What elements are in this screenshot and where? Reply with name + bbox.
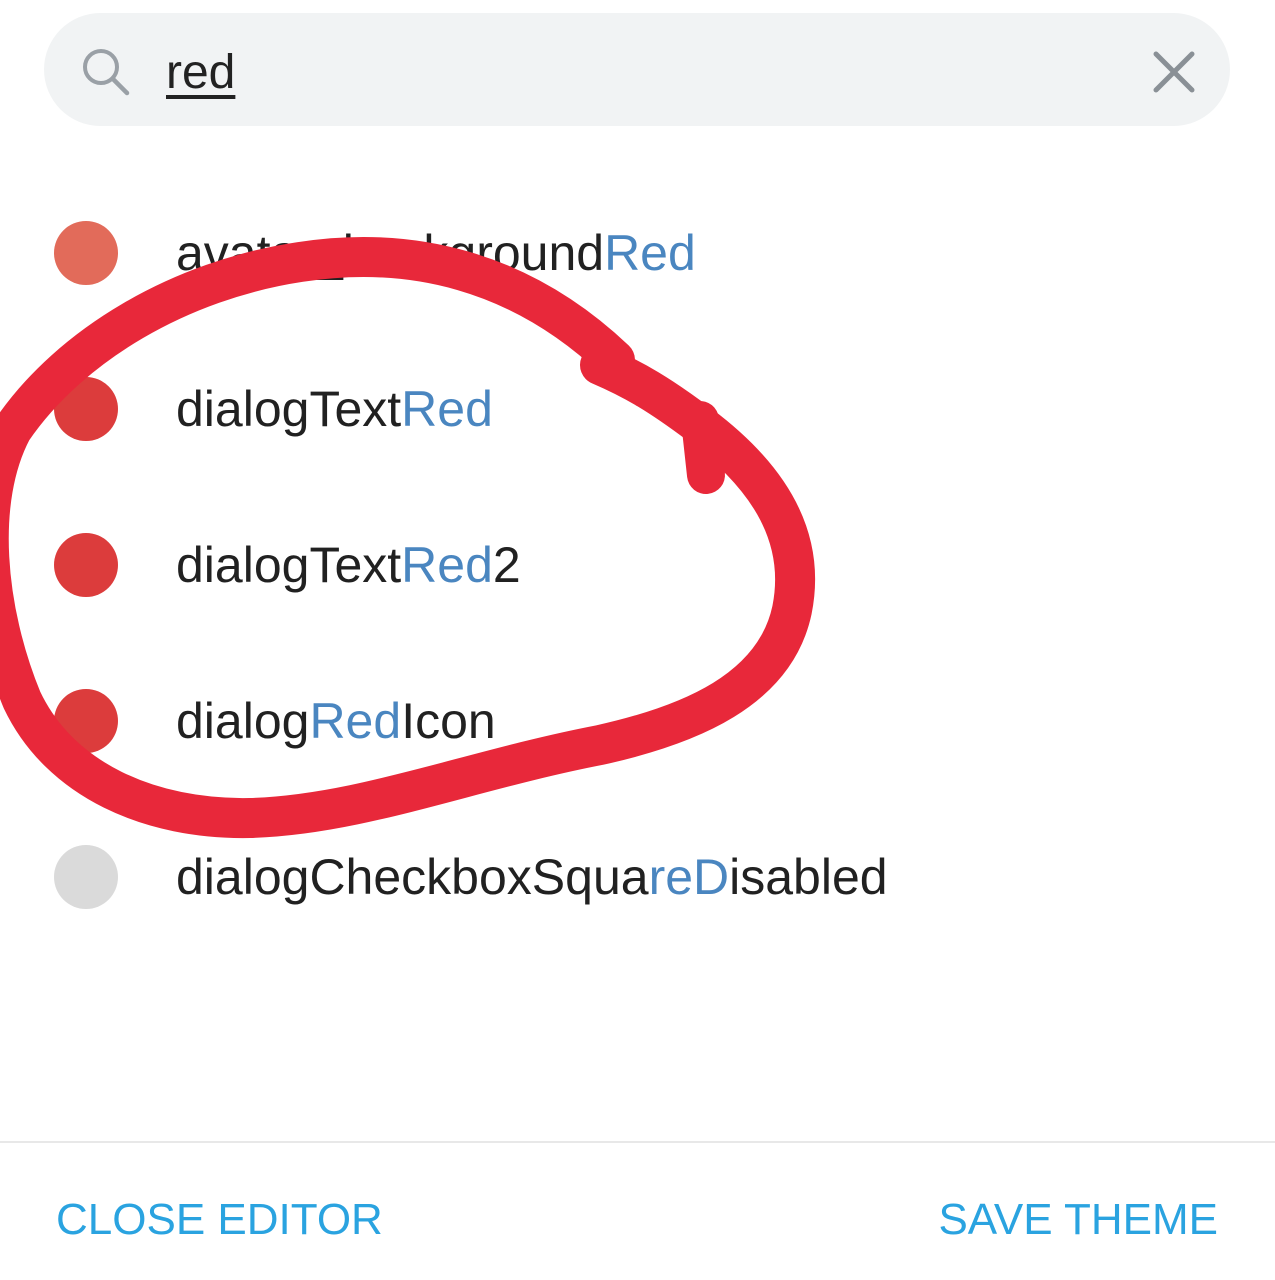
footer-divider <box>0 1141 1275 1143</box>
color-key-label: dialogCheckboxSquareDisabled <box>176 846 888 908</box>
theme-editor-screen: avatar_backgroundRed dialogTextRed dialo… <box>0 0 1275 1280</box>
save-theme-button[interactable]: SAVE THEME <box>938 1192 1218 1248</box>
color-key-label: dialogTextRed <box>176 378 493 440</box>
key-match-highlight: reD <box>648 849 730 905</box>
hand-drawn-circle-annotation <box>0 237 816 839</box>
key-suffix: Icon <box>401 693 496 749</box>
search-icon <box>83 49 130 96</box>
color-swatch <box>54 533 118 597</box>
color-swatch <box>54 689 118 753</box>
color-list-item[interactable]: dialogCheckboxSquareDisabled <box>0 822 1275 932</box>
close-editor-button[interactable]: CLOSE EDITOR <box>56 1192 383 1248</box>
close-icon[interactable] <box>1148 46 1200 98</box>
key-prefix: dialog <box>176 693 310 749</box>
key-match-highlight: Red <box>401 537 493 593</box>
key-prefix: dialogCheckboxSqua <box>176 849 649 905</box>
key-suffix: 2 <box>492 537 521 593</box>
color-swatch <box>54 377 118 441</box>
key-suffix: isabled <box>729 849 888 905</box>
search-input[interactable] <box>166 38 1066 106</box>
color-key-label: dialogRedIcon <box>176 690 496 752</box>
key-match-highlight: Red <box>401 381 493 437</box>
color-list-item[interactable]: avatar_backgroundRed <box>0 198 1275 308</box>
color-list-item[interactable]: dialogTextRed2 <box>0 510 1275 620</box>
key-match-highlight: Red <box>604 225 696 281</box>
color-swatch <box>54 845 118 909</box>
color-swatch <box>54 221 118 285</box>
color-key-label: avatar_backgroundRed <box>176 222 696 284</box>
key-prefix: dialogText <box>176 381 402 437</box>
key-prefix: avatar_background <box>176 225 605 281</box>
color-list-item[interactable]: dialogRedIcon <box>0 666 1275 776</box>
key-prefix: dialogText <box>176 537 402 593</box>
color-key-label: dialogTextRed2 <box>176 534 521 596</box>
key-match-highlight: Red <box>309 693 402 749</box>
color-list-item[interactable]: dialogTextRed <box>0 354 1275 464</box>
